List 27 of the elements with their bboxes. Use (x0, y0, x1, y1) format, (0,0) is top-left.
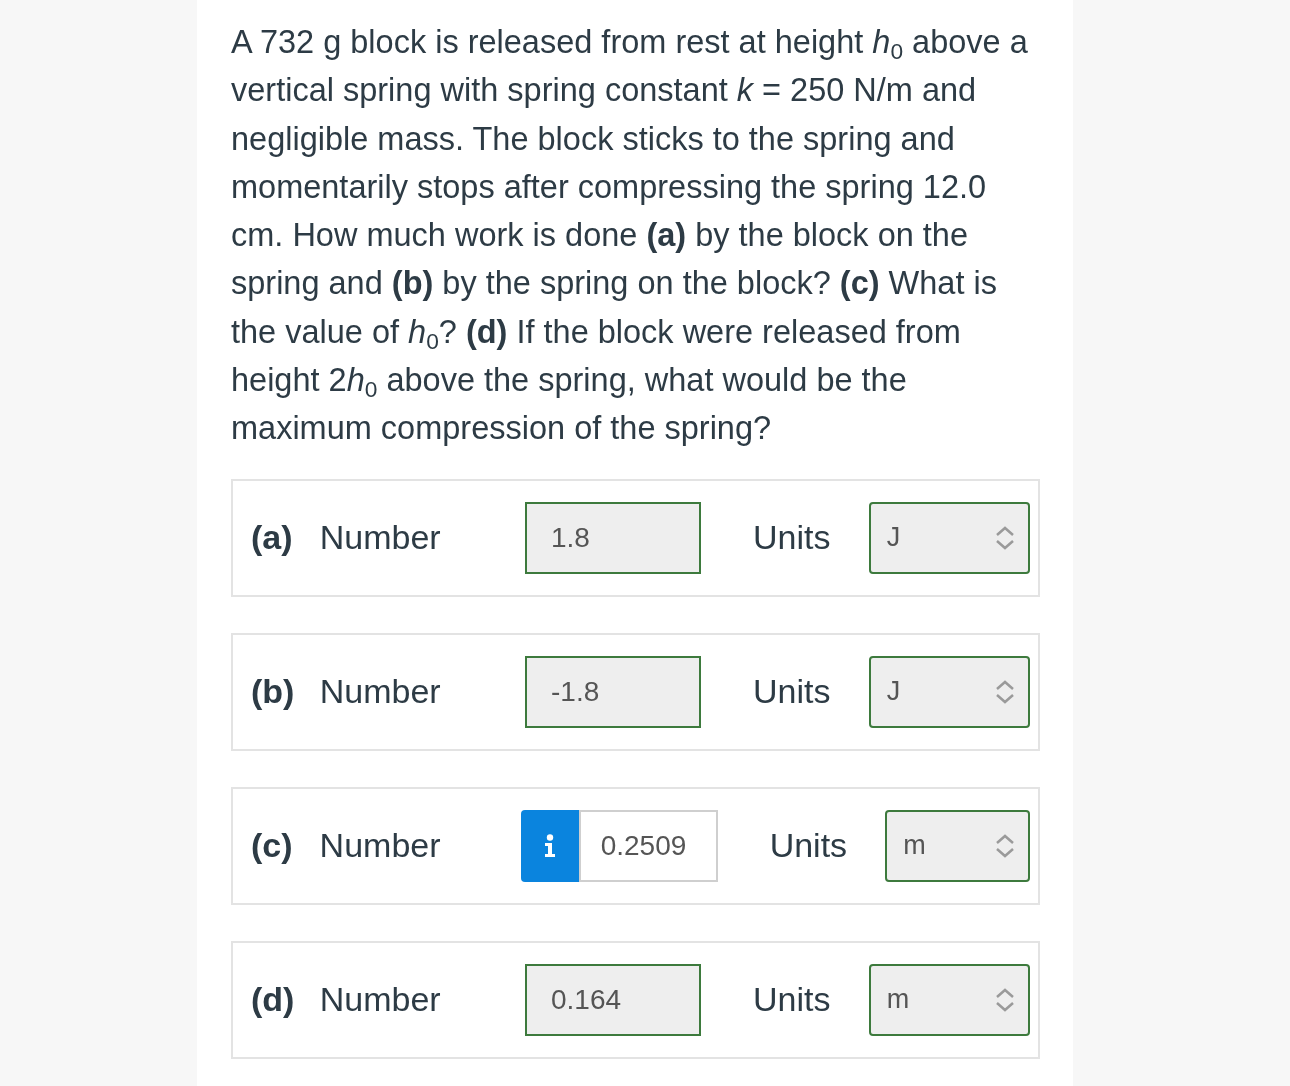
part-label: (c) (251, 826, 294, 866)
units-select[interactable]: J (868, 501, 1030, 574)
chevron-icon (994, 524, 1016, 551)
part-label: (d) (251, 980, 296, 1020)
chevron-icon (994, 832, 1016, 859)
info-icon (543, 833, 556, 858)
units-label: Units (753, 980, 832, 1020)
units-select[interactable]: J (868, 655, 1030, 728)
number-field[interactable]: 0.2509 (578, 809, 718, 882)
units-label: Units (753, 518, 832, 558)
part-label: (b) (251, 672, 296, 712)
number-label: Number (319, 518, 442, 558)
units-select[interactable]: m (885, 809, 1030, 882)
number-field[interactable]: 1.8 (525, 501, 701, 574)
question-text: A 732 g block is released from rest at height h$_{0}$ above a vertical spring with spring constant k = 250 N/m and negligible mass. The block sticks to the spring and momentarily stops after compressing the spring 12.0 cm. How much work is done (a) by the block on the spring and (b) by the spring on the block? (c) What is the value of h$_{0}$? (d) If the block were released from height 2h$_{0}$ above the spring, what would be the maximum compression of the spring? (231, 23, 1029, 449)
chevron-icon (994, 986, 1016, 1013)
info-button[interactable] (520, 809, 579, 882)
number-field[interactable]: -1.8 (525, 655, 701, 728)
number-label: Number (319, 826, 442, 866)
number-field[interactable]: 0.164 (525, 963, 701, 1036)
part-label: (a) (251, 518, 294, 558)
number-label: Number (319, 672, 442, 712)
units-label: Units (753, 672, 832, 712)
units-label: Units (769, 826, 849, 866)
units-select[interactable]: m (868, 963, 1030, 1036)
chevron-icon (994, 678, 1016, 705)
number-label: Number (319, 980, 442, 1020)
